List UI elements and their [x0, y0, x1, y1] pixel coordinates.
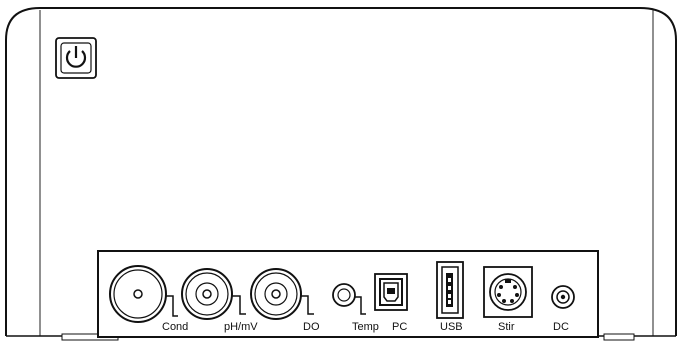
stir-port-label: Stir [498, 321, 515, 333]
power-button[interactable] [55, 37, 97, 79]
cond-port-label: Cond [162, 321, 188, 333]
temp-port-label: Temp [352, 321, 379, 333]
usb-a-port[interactable] [436, 261, 464, 319]
pc-port-label: PC [392, 321, 407, 333]
pc-usb-b-port[interactable] [374, 273, 408, 311]
ph-mv-port-label: pH/mV [224, 321, 258, 333]
stir-port[interactable] [483, 266, 533, 318]
dc-port-label: DC [553, 321, 569, 333]
do-port-label: DO [303, 321, 320, 333]
foot-right [603, 333, 635, 341]
usb-port-label: USB [440, 321, 463, 333]
dc-jack-port[interactable] [551, 285, 575, 309]
device-rear-panel-diagram: Cond pH/mV DO Temp PC USB Stir DC [5, 7, 677, 341]
